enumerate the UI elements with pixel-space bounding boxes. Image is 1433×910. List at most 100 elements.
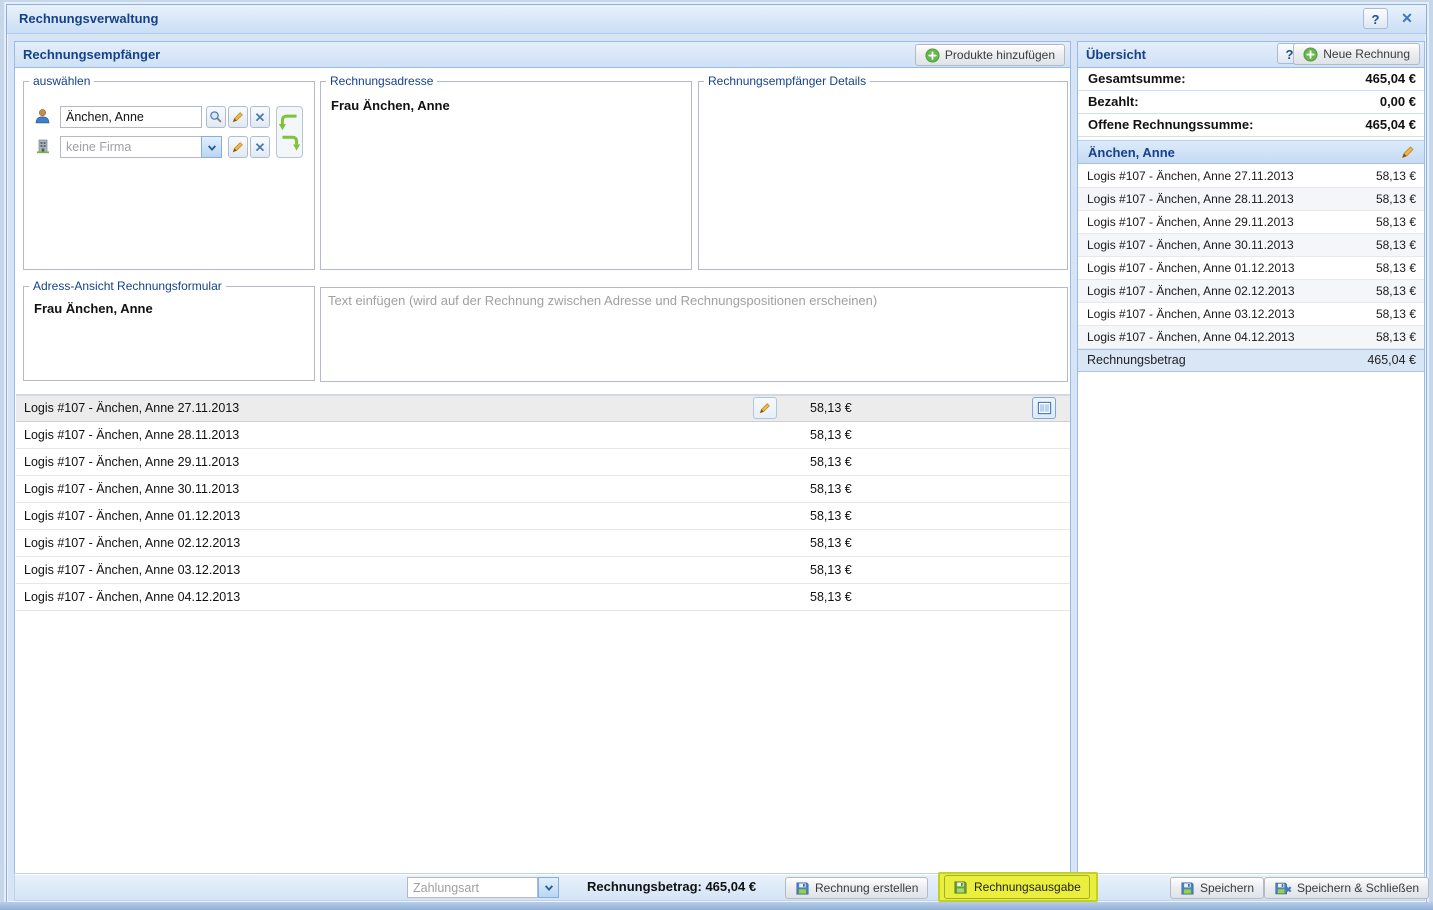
- search-icon: [209, 110, 223, 124]
- invoice-note-textarea[interactable]: [320, 287, 1068, 382]
- new-invoice-button[interactable]: Neue Rechnung: [1293, 43, 1420, 65]
- payment-dropdown-button[interactable]: [538, 877, 559, 898]
- add-products-button[interactable]: Produkte hinzufügen: [915, 44, 1065, 66]
- row-amount: 58,13 €: [1376, 280, 1416, 302]
- pencil-icon: [758, 401, 772, 415]
- address-view-group: Adress-Ansicht Rechnungsformular Frau Än…: [23, 279, 315, 381]
- swap-arrows-icon: [278, 111, 301, 153]
- row-amount: 58,13 €: [1376, 211, 1416, 233]
- recipient-details-legend: Rechnungsempfänger Details: [704, 74, 870, 88]
- row-label: Logis #107 - Änchen, Anne 29.11.2013: [1087, 211, 1294, 233]
- table-row[interactable]: Logis #107 - Änchen, Anne 30.11.2013 58,…: [16, 476, 1070, 503]
- total-label: Gesamtsumme:: [1088, 68, 1186, 90]
- clear-company-button[interactable]: ✕: [250, 136, 270, 158]
- row-label: Logis #107 - Änchen, Anne 29.11.2013: [24, 449, 239, 475]
- footer-total: Rechnungsbetrag: 465,04 €: [587, 874, 756, 900]
- left-panel-title: Rechnungsempfänger: [23, 42, 160, 67]
- plus-circle-icon: [1303, 47, 1318, 62]
- guest-name-input[interactable]: [60, 106, 202, 128]
- chevron-down-icon: [207, 143, 217, 152]
- company-dropdown-button[interactable]: [201, 136, 222, 158]
- table-row[interactable]: Logis #107 - Änchen, Anne 02.12.2013 58,…: [16, 530, 1070, 557]
- total-line: Offene Rechnungssumme: 465,04 €: [1078, 114, 1424, 137]
- table-row[interactable]: Logis #107 - Änchen, Anne 28.11.2013 58,…: [16, 422, 1070, 449]
- overview-total-label: Rechnungsbetrag: [1087, 350, 1186, 371]
- pencil-icon: [1400, 144, 1416, 160]
- create-invoice-label: Rechnung erstellen: [815, 881, 918, 895]
- window-bottom-edge: [0, 902, 1433, 910]
- overview-panel: Übersicht ? Neue Rechnung Gesamtsumme: 4…: [1077, 41, 1425, 874]
- guest-section-header: Änchen, Anne: [1078, 140, 1424, 164]
- row-amount: 58,13 €: [810, 449, 852, 475]
- save-disk-icon: [953, 880, 968, 895]
- total-value: 465,04 €: [1365, 68, 1416, 90]
- window-title: Rechnungsverwaltung: [19, 5, 158, 33]
- row-label: Logis #107 - Änchen, Anne 04.12.2013: [1087, 326, 1295, 348]
- app-window: Rechnungsverwaltung ? ✕ Rechnungsempfäng…: [6, 4, 1427, 903]
- help-button[interactable]: ?: [1363, 8, 1388, 29]
- guest-section-title: Änchen, Anne: [1088, 141, 1175, 164]
- overview-title: Übersicht: [1086, 42, 1146, 67]
- delete-x-icon: ✕: [255, 141, 266, 154]
- new-invoice-label: Neue Rechnung: [1323, 47, 1410, 61]
- edit-guest-button[interactable]: [228, 106, 248, 128]
- list-item[interactable]: Logis #107 - Änchen, Anne 02.12.2013 58,…: [1078, 280, 1424, 303]
- list-item[interactable]: Logis #107 - Änchen, Anne 29.11.2013 58,…: [1078, 211, 1424, 234]
- select-group: auswählen ✕: [23, 74, 315, 270]
- table-row[interactable]: Logis #107 - Änchen, Anne 04.12.2013 58,…: [16, 584, 1070, 611]
- pencil-icon: [231, 110, 245, 124]
- swap-address-button[interactable]: [276, 106, 303, 158]
- row-label: Logis #107 - Änchen, Anne 30.11.2013: [1087, 234, 1294, 256]
- row-label: Logis #107 - Änchen, Anne 03.12.2013: [24, 557, 240, 583]
- row-edit-button[interactable]: [753, 397, 777, 419]
- save-disk-icon: [1180, 881, 1195, 896]
- person-icon: [34, 108, 51, 125]
- table-row[interactable]: Logis #107 - Änchen, Anne 27.11.2013 58,…: [16, 395, 1070, 422]
- row-amount: 58,13 €: [1376, 303, 1416, 325]
- edit-company-button[interactable]: [228, 136, 248, 158]
- address-view-value: Frau Änchen, Anne: [34, 301, 153, 316]
- left-panel-body: auswählen ✕: [15, 68, 1070, 874]
- list-item[interactable]: Logis #107 - Änchen, Anne 30.11.2013 58,…: [1078, 234, 1424, 257]
- total-value: 0,00 €: [1380, 91, 1416, 113]
- list-item[interactable]: Logis #107 - Änchen, Anne 01.12.2013 58,…: [1078, 257, 1424, 280]
- row-split-view-button[interactable]: [1032, 397, 1056, 419]
- row-label: Logis #107 - Änchen, Anne 27.11.2013: [1087, 165, 1294, 187]
- split-view-icon: [1037, 401, 1052, 415]
- company-select-input[interactable]: [60, 136, 202, 158]
- save-button[interactable]: Speichern: [1170, 877, 1264, 899]
- create-invoice-button[interactable]: Rechnung erstellen: [785, 877, 928, 899]
- left-panel-header: Rechnungsempfänger Produkte hinzufügen: [15, 42, 1070, 68]
- row-label: Logis #107 - Änchen, Anne 28.11.2013: [1087, 188, 1294, 210]
- footer-toolbar: Rechnungsbetrag: 465,04 € Rechnung erste…: [14, 873, 1425, 901]
- edit-guest-section-button[interactable]: [1400, 144, 1416, 165]
- save-and-close-button[interactable]: Speichern & Schließen: [1264, 877, 1429, 899]
- total-label: Bezahlt:: [1088, 91, 1139, 113]
- row-label: Logis #107 - Änchen, Anne 30.11.2013: [24, 476, 239, 502]
- table-row[interactable]: Logis #107 - Änchen, Anne 01.12.2013 58,…: [16, 503, 1070, 530]
- billing-address-group: Rechnungsadresse Frau Änchen, Anne: [320, 74, 692, 270]
- row-label: Logis #107 - Änchen, Anne 02.12.2013: [1087, 280, 1295, 302]
- close-icon[interactable]: ✕: [1398, 9, 1416, 28]
- list-item[interactable]: Logis #107 - Änchen, Anne 27.11.2013 58,…: [1078, 165, 1424, 188]
- billing-address-legend: Rechnungsadresse: [326, 74, 437, 88]
- list-item[interactable]: Logis #107 - Änchen, Anne 28.11.2013 58,…: [1078, 188, 1424, 211]
- row-label: Logis #107 - Änchen, Anne 03.12.2013: [1087, 303, 1295, 325]
- payment-type-combo: [407, 877, 559, 898]
- invoice-output-button[interactable]: Rechnungsausgabe: [944, 875, 1090, 899]
- payment-type-input[interactable]: [407, 877, 538, 898]
- row-amount: 58,13 €: [1376, 188, 1416, 210]
- row-amount: 58,13 €: [810, 395, 852, 421]
- chevron-down-icon: [544, 883, 554, 892]
- list-item[interactable]: Logis #107 - Änchen, Anne 03.12.2013 58,…: [1078, 303, 1424, 326]
- search-button[interactable]: [206, 106, 226, 128]
- overview-total-row: Rechnungsbetrag 465,04 €: [1078, 349, 1424, 372]
- save-label: Speichern: [1200, 881, 1254, 895]
- list-item[interactable]: Logis #107 - Änchen, Anne 04.12.2013 58,…: [1078, 326, 1424, 349]
- invoice-output-label: Rechnungsausgabe: [974, 880, 1081, 894]
- clear-guest-button[interactable]: ✕: [250, 106, 270, 128]
- save-close-label: Speichern & Schließen: [1297, 881, 1419, 895]
- row-amount: 58,13 €: [810, 557, 852, 583]
- table-row[interactable]: Logis #107 - Änchen, Anne 03.12.2013 58,…: [16, 557, 1070, 584]
- table-row[interactable]: Logis #107 - Änchen, Anne 29.11.2013 58,…: [16, 449, 1070, 476]
